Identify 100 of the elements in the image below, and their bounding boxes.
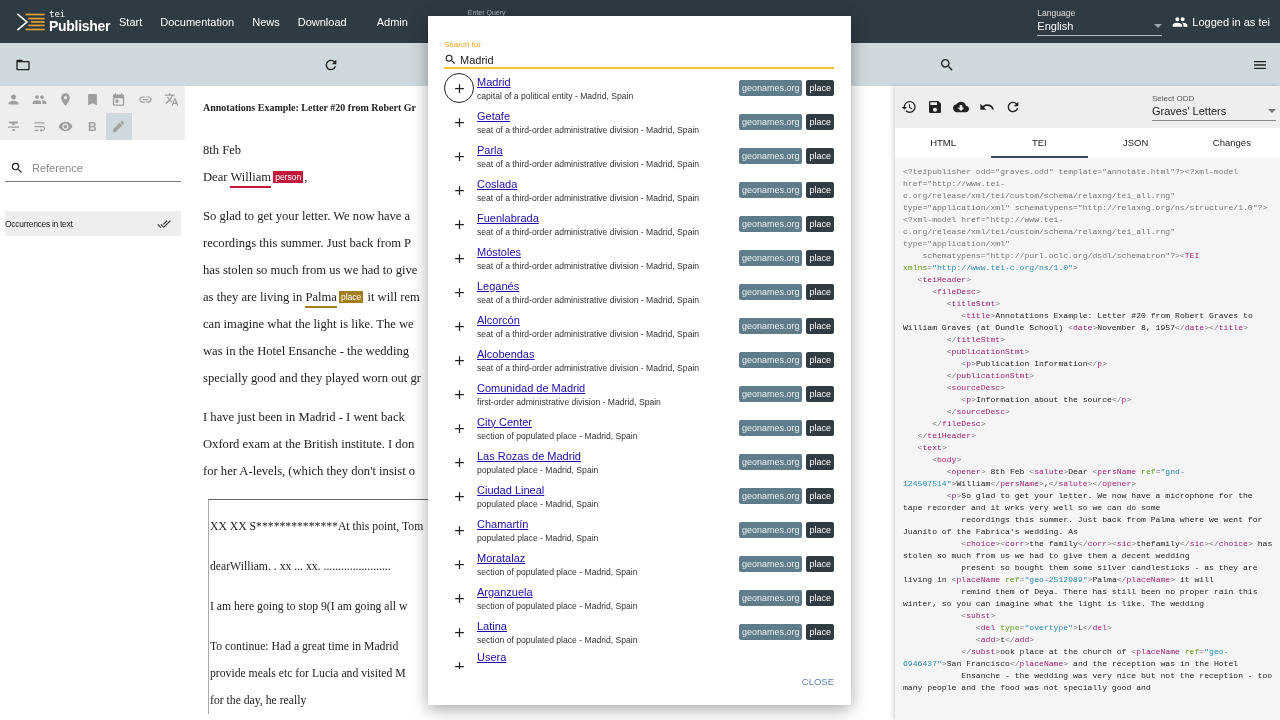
code-line: <teiHeader> xyxy=(916,274,971,286)
annotated-word[interactable]: William xyxy=(230,170,272,188)
cloud-download-icon[interactable] xyxy=(953,99,969,115)
letter-text: , xyxy=(304,170,308,184)
tag: place xyxy=(806,522,834,538)
code-line: <choice><corr>the family</corr><sic>thefamily</sic></choice> has xyxy=(960,538,1273,550)
result-link[interactable]: Leganés xyxy=(477,279,520,292)
search-field[interactable]: Madrid xyxy=(460,53,760,66)
tag: geonames.org xyxy=(738,454,803,470)
result-link[interactable]: Getafe xyxy=(477,109,511,122)
result-link[interactable]: Latina xyxy=(477,619,507,632)
result-link[interactable]: Fuenlabrada xyxy=(477,211,539,224)
nav-link[interactable]: Download xyxy=(297,15,347,28)
close-button[interactable]: CLOSE xyxy=(801,673,834,690)
code-line: </sourceDesc> xyxy=(945,406,1010,418)
letter-text: To continue: Had a great time in Madrid xyxy=(210,640,399,653)
tag: place xyxy=(806,80,834,96)
result-link[interactable]: Las Rozas de Madrid xyxy=(477,449,581,462)
result-link[interactable]: Comunidad de Madrid xyxy=(477,381,586,394)
tag: geonames.org xyxy=(738,114,803,130)
nav-link[interactable]: Start xyxy=(119,15,143,28)
tag: geonames.org xyxy=(738,284,803,300)
tag: geonames.org xyxy=(738,216,803,232)
history-icon[interactable] xyxy=(901,99,917,115)
tag: place xyxy=(806,284,834,300)
result-description: seat of a third-order administrative division - Madrid, Spain xyxy=(477,294,700,305)
tag: place xyxy=(806,488,834,504)
logo-text: Publisher xyxy=(49,19,111,33)
result-link[interactable]: Arganzuela xyxy=(477,585,533,598)
code-line: stolen so much from us we had to give them a decent wedding xyxy=(903,550,1190,562)
search-icon xyxy=(444,53,457,66)
code-line: <p>Publication Information</p> xyxy=(960,358,1108,370)
result-link[interactable]: Parla xyxy=(477,143,503,156)
tag: place xyxy=(806,386,834,402)
code-line: Ensanche - the wedding was very nice but not the reception - too xyxy=(960,670,1273,682)
code-line: <body> xyxy=(931,454,962,466)
logo-small-text: tei xyxy=(49,10,67,19)
tag: place xyxy=(806,182,834,198)
result-link[interactable]: Alcobendas xyxy=(477,347,535,360)
annotated-word[interactable]: Palma xyxy=(305,290,337,308)
nav-link[interactable]: Admin xyxy=(376,15,408,28)
code-line: <subst> xyxy=(960,610,996,622)
code-line: <sourceDesc> xyxy=(945,382,1005,394)
strike-icon xyxy=(5,119,21,134)
result-description: section of populated place - Madrid, Spain xyxy=(477,566,638,577)
redo-icon[interactable] xyxy=(1005,99,1021,115)
result-link[interactable]: Usera xyxy=(477,651,507,663)
code-line: xmlns="http://www.tei-c.org/ns/1.0"> xyxy=(903,262,1078,274)
letter-text: for her A-levels, (which they don't insist o xyxy=(203,464,416,478)
result-link[interactable]: Alcorcón xyxy=(477,313,520,326)
result-link[interactable]: Moratalaz xyxy=(477,551,526,564)
nav-link[interactable]: Documentation xyxy=(160,15,235,28)
letter-text: Dear xyxy=(203,170,229,184)
result-link[interactable]: City Center xyxy=(477,415,533,428)
language-select[interactable]: Language English xyxy=(1037,7,1163,36)
result-description: section of populated place - Madrid, Spain xyxy=(477,634,638,645)
result-link[interactable]: Móstoles xyxy=(477,245,522,258)
result-link[interactable]: Ciudad Lineal xyxy=(477,483,545,496)
user-button[interactable]: Logged in as tei xyxy=(1172,13,1270,30)
code-line: <p>Information about the source</p> xyxy=(960,394,1132,406)
code-line: winter, so you can imagine what the light is like. The wedding xyxy=(903,598,1205,610)
calendar-icon xyxy=(111,92,127,107)
tag: place xyxy=(806,556,834,572)
code-line: tape recorder and it wrks very well so we can do some xyxy=(903,502,1161,514)
letter-text: was in the Hotel Ensanche - the wedding xyxy=(203,344,409,358)
result-link[interactable]: Madrid xyxy=(477,75,511,88)
tag: geonames.org xyxy=(738,556,803,572)
code-line: <title>Annotations Example: Letter #20 from Robert Graves to xyxy=(960,310,1253,322)
search-icon[interactable] xyxy=(939,56,955,73)
code-line: </teiHeader> xyxy=(916,430,976,442)
tag: place xyxy=(806,318,834,334)
result-link[interactable]: Coslada xyxy=(477,177,518,190)
letter-text: Oxford exam at the British institute. I don xyxy=(203,437,415,451)
pen-tool[interactable] xyxy=(105,113,132,140)
code-line: c.org/release/xml/tei/custom/schema/relaxng/tei_all.rng" xyxy=(903,190,1175,202)
letter-text: 8th Feb xyxy=(203,143,242,157)
save-icon[interactable] xyxy=(927,99,943,115)
result-description: seat of a third-order administrative division - Madrid, Spain xyxy=(477,158,700,169)
tag: geonames.org xyxy=(738,420,803,436)
tag: place xyxy=(806,148,834,164)
tag: geonames.org xyxy=(738,148,803,164)
code-line: href="http://www.tei- xyxy=(903,178,1005,190)
code-line: <opener> 8th Feb <salute>Dear <persName ref="gnd- xyxy=(945,466,1185,478)
code-line: 6946437">San Francisco</placeName> and the reception was in the Hotel xyxy=(903,658,1239,670)
tag: place xyxy=(806,454,834,470)
search-icon xyxy=(10,161,24,175)
nav-link[interactable]: News xyxy=(252,15,280,28)
occurrences-toggle[interactable]: Occurrences in text xyxy=(5,211,181,236)
letter-text: I am here going to stop 9(I am going all w xyxy=(210,600,408,613)
letter-text: for the day, he really xyxy=(210,694,307,707)
document-title: Annotations Example: Letter #20 from Robert Gr xyxy=(203,102,416,115)
result-link[interactable]: Chamartín xyxy=(477,517,529,530)
annotation-tag: person xyxy=(273,171,304,183)
code-line: <text> xyxy=(916,442,947,454)
reference-field[interactable]: Reference xyxy=(32,162,162,174)
tag: place xyxy=(806,624,834,640)
code-line: remind them of Deya. There has still been no proper rain this xyxy=(960,586,1258,598)
result-description: populated place - Madrid, Spain xyxy=(477,498,599,509)
code-line: <add>t</add> xyxy=(974,634,1035,646)
letter-text: recordings this summer. Just back from P xyxy=(203,236,412,250)
